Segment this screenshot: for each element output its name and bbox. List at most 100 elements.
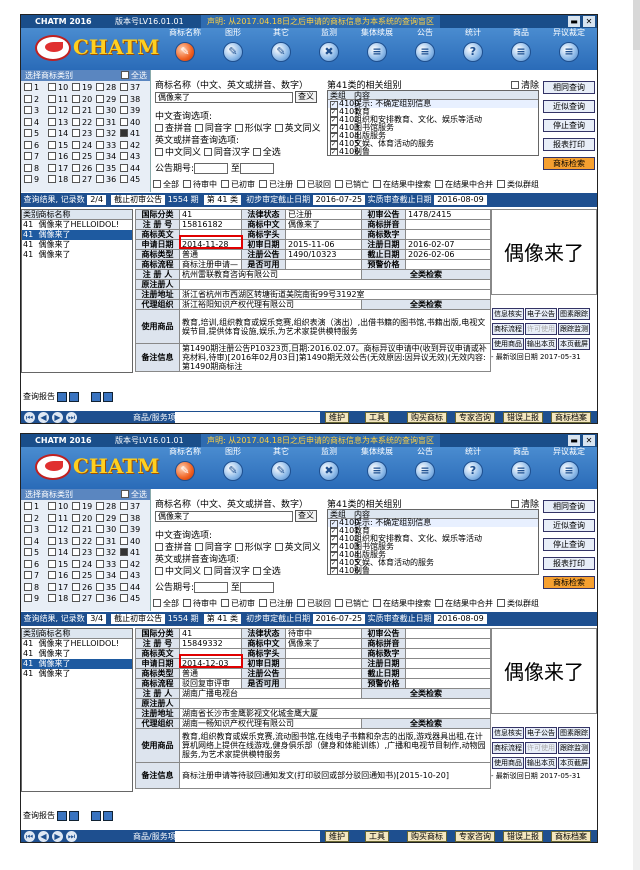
category-checkbox-39[interactable]: 39	[120, 106, 144, 117]
category-checkbox-30[interactable]: 30	[96, 106, 120, 117]
category-checkbox-11[interactable]: 11	[48, 514, 72, 525]
maintain-button[interactable]: 维护	[325, 831, 349, 842]
buy-mark-button[interactable]: 购买商标	[407, 831, 447, 842]
nav-first-icon[interactable]: ⏮	[24, 831, 35, 842]
category-checkbox-44[interactable]: 44	[120, 583, 144, 594]
category-checkbox-45[interactable]: 45	[120, 594, 144, 605]
category-checkbox-5[interactable]: 5	[24, 548, 48, 559]
announce-to-input[interactable]	[239, 582, 274, 593]
category-checkbox-32[interactable]: 32	[96, 129, 120, 140]
category-checkbox-31[interactable]: 31	[96, 537, 120, 548]
category-checkbox-28[interactable]: 28	[96, 502, 120, 513]
nav-2[interactable]: 其它 ✎	[257, 28, 305, 62]
category-checkbox-15[interactable]: 15	[48, 141, 72, 152]
nav-first-icon[interactable]: ⏮	[24, 412, 35, 423]
category-checkbox-1[interactable]: 1	[24, 502, 48, 513]
category-checkbox-33[interactable]: 33	[96, 141, 120, 152]
nav-prev-icon[interactable]: ◀	[38, 412, 49, 423]
filter-1[interactable]: 待审中	[183, 180, 217, 189]
category-checkbox-3[interactable]: 3	[24, 106, 48, 117]
filter-7[interactable]: 在结果中合并	[435, 599, 493, 608]
category-checkbox-37[interactable]: 37	[120, 502, 144, 513]
report-error-button[interactable]: 错误上报	[503, 412, 543, 423]
category-checkbox-22[interactable]: 22	[72, 537, 96, 548]
category-checkbox-42[interactable]: 42	[120, 560, 144, 571]
category-checkbox-15[interactable]: 15	[48, 560, 72, 571]
category-checkbox-42[interactable]: 42	[120, 141, 144, 152]
cn-shape-checkbox[interactable]: 形似字	[235, 124, 272, 134]
cn-english-checkbox[interactable]: 英文同义	[275, 124, 321, 134]
en-synonym-checkbox[interactable]: 中文同义	[155, 567, 201, 577]
category-checkbox-35[interactable]: 35	[96, 164, 120, 175]
result-row[interactable]: 41 偶像来了	[22, 240, 132, 250]
expert-button[interactable]: 专家咨询	[455, 412, 495, 423]
detail-button-4[interactable]: 许可使用	[525, 742, 557, 754]
search-input[interactable]: 偶像来了	[155, 91, 293, 103]
category-checkbox-24[interactable]: 24	[72, 141, 96, 152]
announce-from-input[interactable]	[194, 582, 229, 593]
detail-button-4[interactable]: 许可使用	[525, 323, 557, 335]
announce-to-input[interactable]	[239, 163, 274, 174]
result-row[interactable]: 41 偶像来了	[22, 659, 132, 669]
category-checkbox-38[interactable]: 38	[120, 514, 144, 525]
full-search-link-2[interactable]: 全类检索	[361, 718, 491, 729]
category-checkbox-40[interactable]: 40	[120, 537, 144, 548]
full-search-link[interactable]: 全类检索	[361, 269, 491, 280]
en-all-checkbox[interactable]: 全选	[253, 567, 281, 577]
report-icon-3[interactable]	[91, 810, 102, 821]
category-checkbox-43[interactable]: 43	[120, 571, 144, 582]
detail-button-6[interactable]: 使用商品	[492, 757, 524, 769]
category-checkbox-8[interactable]: 8	[24, 583, 48, 594]
announce-from-input[interactable]	[194, 163, 229, 174]
category-checkbox-32[interactable]: 32	[96, 548, 120, 559]
category-checkbox-18[interactable]: 18	[48, 594, 72, 605]
category-checkbox-27[interactable]: 27	[72, 594, 96, 605]
category-checkbox-7[interactable]: 7	[24, 152, 48, 163]
full-search-link[interactable]: 全类检索	[361, 688, 491, 699]
search-button-1[interactable]: 近似查询	[543, 100, 595, 113]
detail-button-3[interactable]: 商标流程	[492, 742, 524, 754]
select-all-checkbox[interactable]: 全选	[121, 489, 147, 500]
result-row[interactable]: 41 偶像来了HELLOIDOL!	[22, 639, 132, 649]
category-checkbox-37[interactable]: 37	[120, 83, 144, 94]
detail-button-3[interactable]: 商标流程	[492, 323, 524, 335]
filter-2[interactable]: 已初审	[221, 180, 255, 189]
nav-prev-icon[interactable]: ◀	[38, 831, 49, 842]
category-checkbox-8[interactable]: 8	[24, 164, 48, 175]
detail-button-8[interactable]: 本页截屏	[558, 338, 590, 350]
category-checkbox-10[interactable]: 10	[48, 502, 72, 513]
nav-last-icon[interactable]: ⏭	[66, 831, 77, 842]
category-checkbox-36[interactable]: 36	[96, 594, 120, 605]
report-icon-3[interactable]	[91, 391, 102, 402]
category-checkbox-29[interactable]: 29	[96, 95, 120, 106]
detail-button-5[interactable]: 跟踪监测	[558, 323, 590, 335]
report-icon-2[interactable]	[69, 391, 79, 402]
category-checkbox-1[interactable]: 1	[24, 83, 48, 94]
category-checkbox-44[interactable]: 44	[120, 164, 144, 175]
nav-last-icon[interactable]: ⏭	[66, 412, 77, 423]
category-checkbox-19[interactable]: 19	[72, 83, 96, 94]
page-scrollbar[interactable]	[633, 0, 640, 870]
category-checkbox-9[interactable]: 9	[24, 175, 48, 186]
close-button[interactable]: ✕	[583, 435, 595, 446]
filter-8[interactable]: 类似群组	[497, 599, 539, 608]
report-error-button[interactable]: 错误上报	[503, 831, 543, 842]
detail-button-2[interactable]: 图素跟踪	[558, 308, 590, 320]
category-checkbox-16[interactable]: 16	[48, 571, 72, 582]
category-checkbox-21[interactable]: 21	[72, 106, 96, 117]
filter-5[interactable]: 已销亡	[335, 180, 369, 189]
detail-button-1[interactable]: 电子公告	[525, 308, 557, 320]
category-checkbox-23[interactable]: 23	[72, 548, 96, 559]
detail-button-6[interactable]: 使用商品	[492, 338, 524, 350]
filter-1[interactable]: 待审中	[183, 599, 217, 608]
result-row[interactable]: 41 偶像来了	[22, 649, 132, 659]
category-checkbox-2[interactable]: 2	[24, 514, 48, 525]
nav-1[interactable]: 图形 ✎	[209, 447, 257, 481]
category-checkbox-18[interactable]: 18	[48, 175, 72, 186]
category-checkbox-7[interactable]: 7	[24, 571, 48, 582]
detail-button-8[interactable]: 本页截屏	[558, 757, 590, 769]
detail-button-0[interactable]: 信息核实	[492, 727, 524, 739]
category-checkbox-31[interactable]: 31	[96, 118, 120, 129]
scroll-thumb[interactable]	[633, 0, 640, 50]
category-checkbox-39[interactable]: 39	[120, 525, 144, 536]
